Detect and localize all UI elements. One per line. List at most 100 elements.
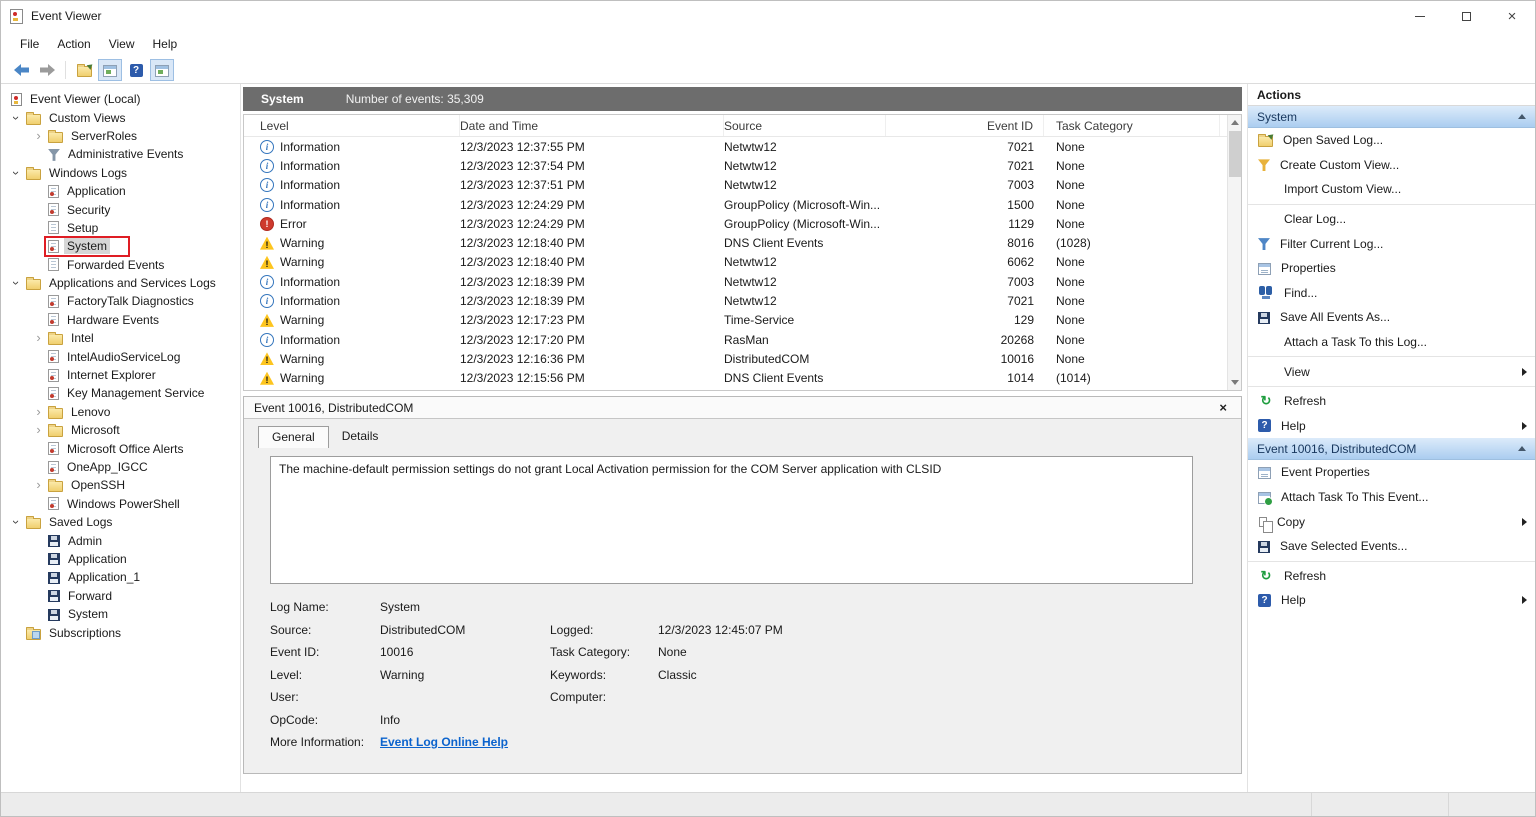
action-item[interactable]: Save Selected Events... <box>1248 534 1535 559</box>
event-message[interactable]: The machine-default permission settings … <box>270 456 1193 584</box>
tree-item[interactable]: Microsoft <box>1 421 240 439</box>
tree-item[interactable]: System <box>1 237 240 255</box>
open-saved-log-button[interactable] <box>72 59 96 81</box>
tree-item[interactable]: Administrative Events <box>1 145 240 163</box>
action-item[interactable]: Open Saved Log... <box>1248 128 1535 153</box>
event-row[interactable]: Information 12/3/2023 12:18:39 PM Netwtw… <box>244 272 1241 291</box>
action-item[interactable]: Import Custom View... <box>1248 177 1535 202</box>
event-row[interactable]: Error 12/3/2023 12:24:29 PM GroupPolicy … <box>244 214 1241 233</box>
action-item[interactable]: Attach Task To This Event... <box>1248 485 1535 510</box>
tree-expander-icon[interactable] <box>31 221 46 235</box>
tree-item[interactable]: Application <box>1 550 240 568</box>
tree-item[interactable]: Windows PowerShell <box>1 495 240 513</box>
menu-file[interactable]: File <box>11 33 48 55</box>
actions-section-header[interactable]: System <box>1248 106 1535 128</box>
event-row[interactable]: Information 12/3/2023 12:37:55 PM Netwtw… <box>244 137 1241 156</box>
tree-item[interactable]: Event Viewer (Local) <box>1 90 240 108</box>
event-row[interactable]: Information 12/3/2023 12:18:39 PM Netwtw… <box>244 291 1241 310</box>
tree-expander-icon[interactable] <box>31 294 46 308</box>
tree-expander-icon[interactable] <box>31 534 46 548</box>
tree-item[interactable]: Internet Explorer <box>1 366 240 384</box>
column-level[interactable]: Level <box>260 115 460 136</box>
tree-item[interactable]: Custom Views <box>1 108 240 126</box>
tree-expander-icon[interactable] <box>9 276 24 290</box>
forward-button[interactable] <box>35 59 59 81</box>
tree-expander-icon[interactable] <box>31 552 46 566</box>
collapse-icon[interactable] <box>1518 446 1526 451</box>
actions-section-header[interactable]: Event 10016, DistributedCOM <box>1248 438 1535 460</box>
tree-expander-icon[interactable] <box>31 350 46 364</box>
scrollbar-thumb[interactable] <box>1229 131 1241 177</box>
tree-item[interactable]: Microsoft Office Alerts <box>1 439 240 457</box>
menu-view[interactable]: View <box>100 33 144 55</box>
tree-expander-icon[interactable] <box>31 147 46 161</box>
tree-expander-icon[interactable] <box>31 386 46 400</box>
column-event-id[interactable]: Event ID <box>886 115 1044 136</box>
action-item[interactable]: Attach a Task To this Log... <box>1248 330 1535 355</box>
tree-item[interactable]: Forwarded Events <box>1 256 240 274</box>
collapse-icon[interactable] <box>1518 114 1526 119</box>
tree-item[interactable]: Admin <box>1 531 240 549</box>
action-item[interactable]: View <box>1248 359 1535 384</box>
tree-expander-icon[interactable] <box>31 203 46 217</box>
tree-expander-icon[interactable] <box>31 331 46 345</box>
tree-expander-icon[interactable] <box>31 239 46 253</box>
event-row[interactable]: Warning 12/3/2023 12:15:56 PM DNS Client… <box>244 369 1241 388</box>
help-button[interactable] <box>124 59 148 81</box>
action-item[interactable]: Refresh <box>1248 389 1535 414</box>
tree-item[interactable]: Application_1 <box>1 568 240 586</box>
minimize-button[interactable] <box>1397 1 1443 31</box>
show-action-pane-button[interactable] <box>150 59 174 81</box>
maximize-button[interactable] <box>1443 1 1489 31</box>
column-task-category[interactable]: Task Category <box>1044 115 1220 136</box>
detail-close-icon[interactable]: × <box>1215 400 1231 415</box>
action-item[interactable]: Find... <box>1248 281 1535 306</box>
tree-expander-icon[interactable] <box>31 368 46 382</box>
event-row[interactable]: Warning 12/3/2023 12:17:23 PM Time-Servi… <box>244 311 1241 330</box>
tab-general[interactable]: General <box>258 426 329 448</box>
action-item[interactable]: Refresh <box>1248 564 1535 589</box>
scroll-down-icon[interactable] <box>1228 375 1242 390</box>
close-button[interactable]: × <box>1489 1 1535 31</box>
action-item[interactable]: Filter Current Log... <box>1248 231 1535 256</box>
tree-item[interactable]: OpenSSH <box>1 476 240 494</box>
action-item[interactable]: Properties <box>1248 256 1535 281</box>
show-console-tree-button[interactable] <box>98 59 122 81</box>
tree-item[interactable]: System <box>1 605 240 623</box>
tree-item[interactable]: Setup <box>1 219 240 237</box>
tree-item[interactable]: Application <box>1 182 240 200</box>
back-button[interactable] <box>9 59 33 81</box>
action-item[interactable]: Clear Log... <box>1248 207 1535 232</box>
tree-item[interactable]: Intel <box>1 329 240 347</box>
tree-expander-icon[interactable] <box>31 184 46 198</box>
event-row[interactable]: Information 12/3/2023 12:37:51 PM Netwtw… <box>244 176 1241 195</box>
tree-expander-icon[interactable] <box>31 607 46 621</box>
menu-action[interactable]: Action <box>48 33 99 55</box>
tree-item[interactable]: Forward <box>1 587 240 605</box>
event-row[interactable]: Information 12/3/2023 12:37:54 PM Netwtw… <box>244 156 1241 175</box>
tree-item[interactable]: Lenovo <box>1 403 240 421</box>
event-row[interactable]: Information 12/3/2023 12:24:29 PM GroupP… <box>244 195 1241 214</box>
action-item[interactable]: Event Properties <box>1248 460 1535 485</box>
tree-item[interactable]: IntelAudioServiceLog <box>1 347 240 365</box>
event-row[interactable]: Warning 12/3/2023 12:16:36 PM Distribute… <box>244 349 1241 368</box>
tree-expander-icon[interactable] <box>31 129 46 143</box>
tree-item[interactable]: Saved Logs <box>1 513 240 531</box>
tree-expander-icon[interactable] <box>31 313 46 327</box>
tree-item[interactable]: Windows Logs <box>1 164 240 182</box>
tree-expander-icon[interactable] <box>9 515 24 529</box>
tree-item[interactable]: OneApp_IGCC <box>1 458 240 476</box>
menu-help[interactable]: Help <box>144 33 187 55</box>
event-row[interactable]: Information 12/3/2023 12:17:20 PM RasMan… <box>244 330 1241 349</box>
tree-item[interactable]: Key Management Service <box>1 384 240 402</box>
action-item[interactable]: Copy <box>1248 509 1535 534</box>
tree-expander-icon[interactable] <box>31 442 46 456</box>
tree-expander-icon[interactable] <box>31 423 46 437</box>
tree-expander-icon[interactable] <box>31 405 46 419</box>
tree-expander-icon[interactable] <box>31 570 46 584</box>
action-item[interactable]: Help <box>1248 588 1535 613</box>
action-item[interactable]: Create Custom View... <box>1248 153 1535 178</box>
tree-item[interactable]: Hardware Events <box>1 311 240 329</box>
tree-expander-icon[interactable] <box>9 166 24 180</box>
event-row[interactable]: Warning 12/3/2023 12:18:40 PM DNS Client… <box>244 233 1241 252</box>
